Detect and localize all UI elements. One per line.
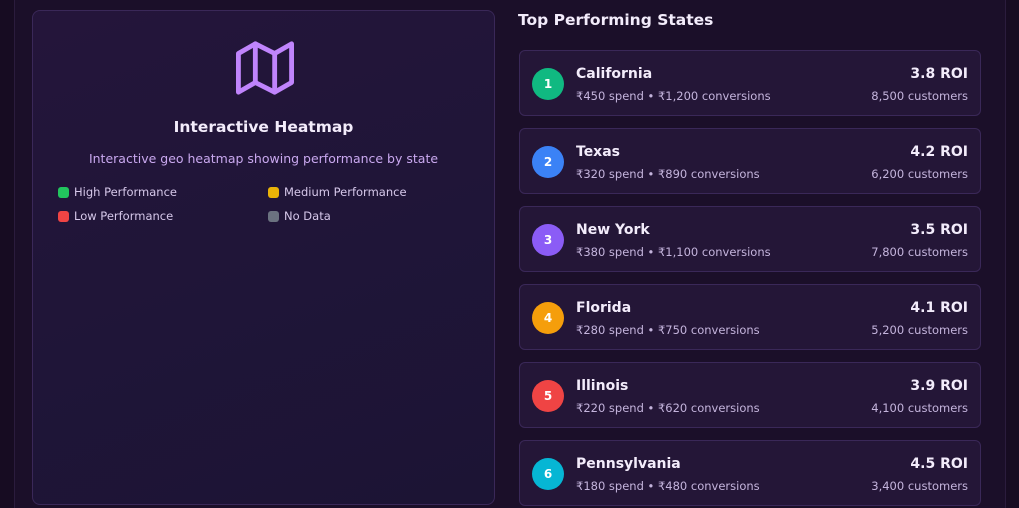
state-card-illinois[interactable]: 5 Illinois ₹220 spend • ₹620 conversions… [519,362,981,428]
state-customers: 8,500 customers [871,89,968,103]
rank-badge: 2 [532,146,564,178]
state-customers: 3,400 customers [871,479,968,493]
legend-label: Low Performance [74,209,174,223]
legend-swatch-no-data [268,210,279,222]
legend-label: No Data [284,209,331,223]
legend-swatch-high [58,186,69,198]
state-roi: 3.9 ROI [910,378,968,394]
state-roi: 4.5 ROI [910,456,968,472]
state-card-florida[interactable]: 4 Florida ₹280 spend • ₹750 conversions … [519,284,981,350]
rank-badge: 6 [532,458,564,490]
state-stats: ₹320 spend • ₹890 conversions [576,167,760,181]
legend-item-medium: Medium Performance [268,185,407,199]
state-card-new-york[interactable]: 3 New York ₹380 spend • ₹1,100 conversio… [519,206,981,272]
state-customers: 4,100 customers [871,401,968,415]
state-name: Florida [576,300,632,316]
map-icon [236,41,294,95]
rank-badge: 4 [532,302,564,334]
legend-label: Medium Performance [284,185,407,199]
legend-swatch-medium [268,186,279,198]
state-stats: ₹180 spend • ₹480 conversions [576,479,760,493]
state-name: New York [576,222,650,238]
state-name: Pennsylvania [576,456,681,472]
state-stats: ₹380 spend • ₹1,100 conversions [576,245,771,259]
legend-swatch-low [58,210,69,222]
state-roi: 3.8 ROI [910,66,968,82]
state-customers: 5,200 customers [871,323,968,337]
state-roi: 3.5 ROI [910,222,968,238]
state-name: California [576,66,653,82]
heatmap-card[interactable]: Interactive Heatmap Interactive geo heat… [32,10,495,505]
legend-label: High Performance [74,185,177,199]
state-roi: 4.1 ROI [910,300,968,316]
state-stats: ₹280 spend • ₹750 conversions [576,323,760,337]
rank-badge: 5 [532,380,564,412]
heatmap-description: Interactive geo heatmap showing performa… [88,151,439,166]
state-name: Texas [576,144,620,160]
legend-item-high: High Performance [58,185,177,199]
state-stats: ₹450 spend • ₹1,200 conversions [576,89,771,103]
state-stats: ₹220 spend • ₹620 conversions [576,401,760,415]
state-roi: 4.2 ROI [910,144,968,160]
legend-item-low: Low Performance [58,209,173,223]
rank-badge: 1 [532,68,564,100]
state-card-california[interactable]: 1 California ₹450 spend • ₹1,200 convers… [519,50,981,116]
legend-item-no-data: No Data [268,209,331,223]
state-name: Illinois [576,378,629,394]
heatmap-title: Interactive Heatmap [173,118,354,136]
rank-badge: 3 [532,224,564,256]
state-card-pennsylvania[interactable]: 6 Pennsylvania ₹180 spend • ₹480 convers… [519,440,981,506]
top-states-title: Top Performing States [518,11,714,29]
state-customers: 6,200 customers [871,167,968,181]
state-customers: 7,800 customers [871,245,968,259]
state-card-texas[interactable]: 2 Texas ₹320 spend • ₹890 conversions 4.… [519,128,981,194]
